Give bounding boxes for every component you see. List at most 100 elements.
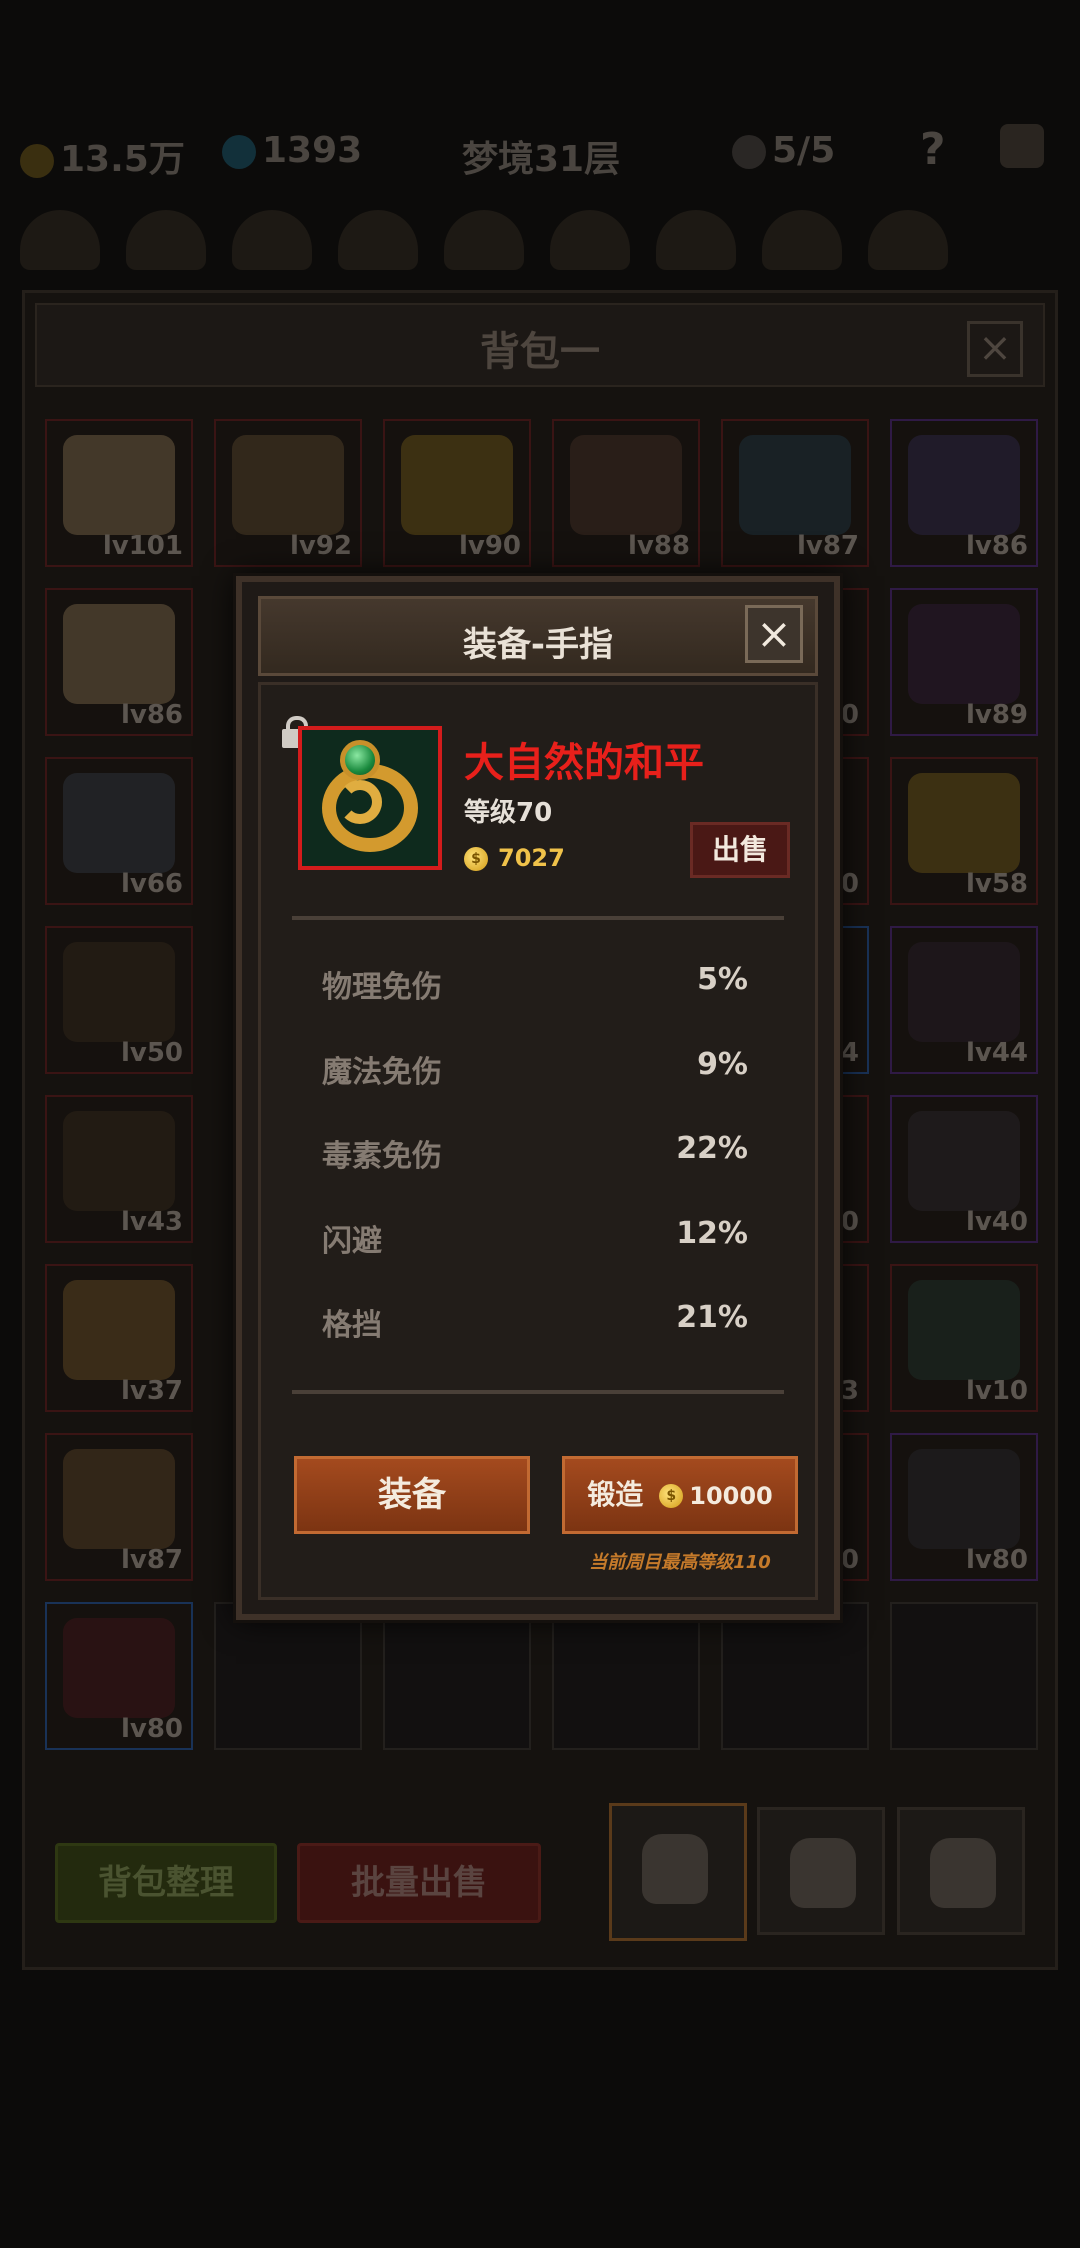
stat-row: 闪避 12% — [322, 1216, 748, 1260]
hammer-icon — [63, 773, 175, 873]
bag-tab-3[interactable] — [897, 1807, 1025, 1935]
bag-tab-1[interactable] — [609, 1803, 747, 1941]
bow-icon — [63, 942, 175, 1042]
dialog-title: 装备-手指 — [462, 625, 614, 665]
hero-portrait — [762, 210, 842, 270]
emerald-ring-icon — [908, 1280, 1020, 1380]
inventory-slot[interactable]: lv44 — [890, 926, 1038, 1074]
hero-portrait — [550, 210, 630, 270]
inventory-slot[interactable]: lv40 — [890, 1095, 1038, 1243]
amulet-icon — [63, 1618, 175, 1718]
stat-label: 闪避 — [322, 1224, 382, 1259]
skull-counter: 5/5 — [732, 130, 835, 171]
hero-portrait — [232, 210, 312, 270]
backpack-title: 背包一 — [480, 329, 600, 375]
inventory-slot[interactable]: lv92 — [214, 419, 362, 567]
helmet-icon — [63, 1449, 175, 1549]
hero-portrait-row — [20, 210, 1060, 280]
trident-icon — [908, 604, 1020, 704]
inventory-slot[interactable]: lv87 — [721, 419, 869, 567]
armor-icon — [908, 942, 1020, 1042]
inventory-slot[interactable]: lv86 — [890, 419, 1038, 567]
sort-bag-button[interactable]: 背包整理 — [55, 1843, 277, 1923]
inventory-slot[interactable]: lv87 — [45, 1433, 193, 1581]
stat-row: 魔法免伤 9% — [322, 1047, 748, 1091]
hero-portrait — [868, 210, 948, 270]
bag-tab-2[interactable] — [757, 1807, 885, 1935]
inventory-slot-empty[interactable] — [721, 1602, 869, 1750]
helmet-icon — [63, 435, 175, 535]
stat-label: 物理免伤 — [322, 970, 442, 1005]
gold-counter: 13.5万 — [20, 130, 185, 182]
armor-icon — [908, 1449, 1020, 1549]
seed-pod-icon — [908, 773, 1020, 873]
inventory-slot[interactable]: lv89 — [890, 588, 1038, 736]
dialog-header: 装备-手指 × — [258, 596, 818, 676]
gold-coin-icon — [20, 144, 54, 178]
inventory-slot-empty[interactable] — [552, 1602, 700, 1750]
battle-axe-icon — [739, 435, 851, 535]
stat-value: 22% — [676, 1131, 748, 1166]
stat-label: 格挡 — [322, 1308, 382, 1343]
equip-button[interactable]: 装备 — [294, 1456, 530, 1534]
inventory-slot[interactable]: lv80 — [890, 1433, 1038, 1581]
resource-bar: 13.5万 1393 梦境31层 5/5 ? — [0, 110, 1080, 190]
bow-icon — [63, 1111, 175, 1211]
hero-portrait — [20, 210, 100, 270]
item-name: 大自然的和平 — [464, 740, 704, 786]
dialog-close-button[interactable]: × — [745, 605, 803, 663]
inventory-slot[interactable]: lv58 — [890, 757, 1038, 905]
inventory-slot[interactable]: lv80 — [45, 1602, 193, 1750]
hero-portrait — [126, 210, 206, 270]
forge-cost: 10000 — [689, 1482, 773, 1510]
sell-button[interactable]: 出售 — [690, 822, 790, 878]
inventory-slot[interactable]: lv37 — [45, 1264, 193, 1412]
inventory-slot[interactable]: lv43 — [45, 1095, 193, 1243]
backpack-icon — [930, 1838, 996, 1908]
inventory-slot-empty[interactable] — [214, 1602, 362, 1750]
stat-value: 9% — [697, 1047, 748, 1082]
floor-label: 梦境31层 — [462, 139, 621, 180]
skull-icon — [732, 135, 766, 169]
stat-label: 毒素免伤 — [322, 1139, 442, 1174]
help-button[interactable]: ? — [920, 124, 946, 175]
max-level-note: 当前周目最高等级110 — [589, 1552, 771, 1573]
forge-button[interactable]: 锻造 $10000 — [562, 1456, 798, 1534]
inventory-slot[interactable]: lv90 — [383, 419, 531, 567]
divider — [292, 916, 784, 920]
hero-portrait — [656, 210, 736, 270]
inventory-slot[interactable]: lv50 — [45, 926, 193, 1074]
item-price: $7027 — [464, 844, 565, 872]
inventory-slot[interactable]: lv66 — [45, 757, 193, 905]
inventory-slot[interactable]: lv101 — [45, 419, 193, 567]
stat-value: 21% — [676, 1300, 748, 1335]
backpack-close-button[interactable]: × — [967, 321, 1023, 377]
trident-icon — [570, 435, 682, 535]
gold-coin-icon: $ — [464, 847, 488, 871]
gauntlet-icon — [908, 435, 1020, 535]
ruby-ring-icon — [63, 1280, 175, 1380]
bulk-sell-button[interactable]: 批量出售 — [297, 1843, 541, 1923]
inventory-slot[interactable]: lv10 — [890, 1264, 1038, 1412]
stat-value: 5% — [697, 962, 748, 997]
inventory-slot[interactable]: lv88 — [552, 419, 700, 567]
inventory-slot[interactable]: lv86 — [45, 588, 193, 736]
stat-row: 毒素免伤 22% — [322, 1131, 748, 1175]
stat-value: 12% — [676, 1216, 748, 1251]
item-level: 等级70 — [464, 798, 553, 828]
inventory-slot-empty[interactable] — [383, 1602, 531, 1750]
seed-pod-icon — [401, 435, 513, 535]
inventory-slot-empty[interactable] — [890, 1602, 1038, 1750]
backpack-title-bar: 背包一 × — [35, 303, 1045, 387]
stat-row: 格挡 21% — [322, 1300, 748, 1344]
gem-counter: 1393 — [222, 130, 362, 171]
helmet-icon — [63, 604, 175, 704]
hero-portrait — [338, 210, 418, 270]
backpack-icon — [642, 1834, 708, 1904]
settings-icon[interactable] — [1000, 124, 1050, 168]
equipment-dialog: 装备-手指 × 大自然的和平 等级70 $7027 出售 物理免伤 5% 魔法免… — [236, 576, 840, 1620]
green-gem-ring-icon — [298, 726, 442, 870]
stat-row: 物理免伤 5% — [322, 962, 748, 1006]
shield-icon — [908, 1111, 1020, 1211]
crescent-blade-icon — [232, 435, 344, 535]
